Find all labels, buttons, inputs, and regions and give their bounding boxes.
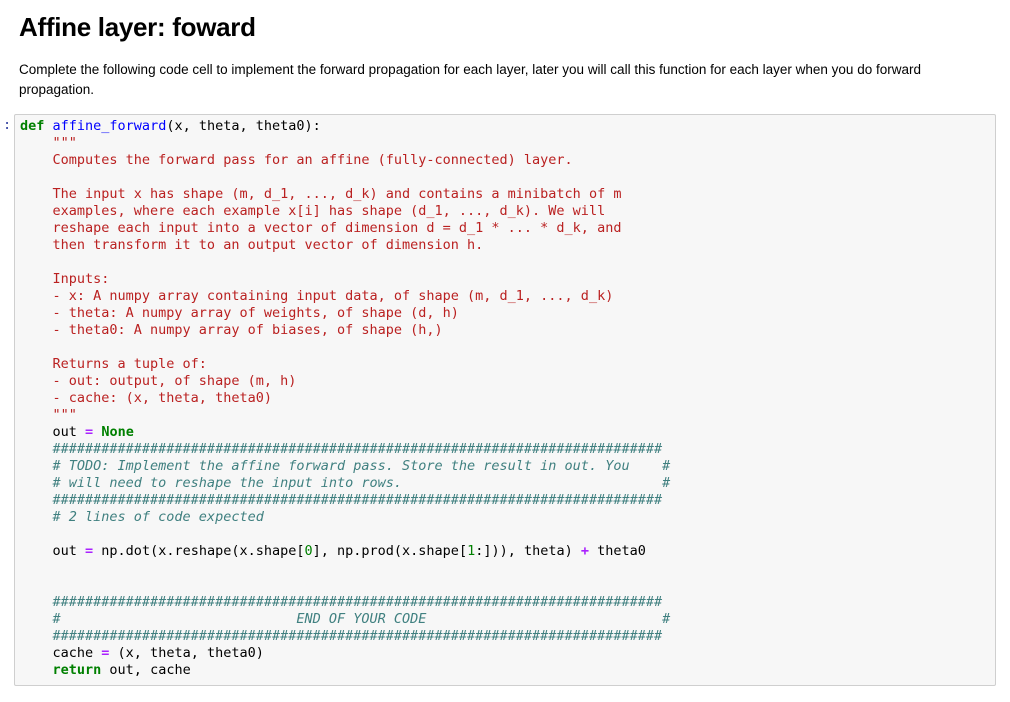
docstring-line: then transform it to an output vector of… [20,237,484,253]
markdown-cell: Affine layer: foward Complete the follow… [19,10,994,100]
section-description: Complete the following code cell to impl… [19,62,921,97]
comment-line: ########################################… [20,628,663,644]
comment-line: # TODO: Implement the affine forward pas… [20,458,671,474]
assign-operator: = [85,424,94,440]
cache-value: (x, theta, theta0) [109,645,264,661]
impl-code: theta0 [589,543,646,559]
comment-line: # 2 lines of code expected [20,509,264,525]
impl-code: :])), theta) [475,543,581,559]
docstring-line: - cache: (x, theta, theta0) [20,390,272,406]
docstring-line: examples, where each example x[i] has sh… [20,203,606,219]
number-literal: 0 [304,543,313,559]
docstring-line: - out: output, of shape (m, h) [20,373,297,389]
docstring-line: - x: A numpy array containing input data… [20,288,614,304]
impl-code: out [20,543,86,559]
impl-code: np.dot(x.reshape(x.shape[ [93,543,305,559]
return-keyword: return [52,662,102,678]
number-literal: 1 [467,543,476,559]
comment-line: ########################################… [20,441,663,457]
docstring-close: """ [20,407,77,423]
docstring-line: Returns a tuple of: [20,356,207,372]
code-cell[interactable]: def affine_forward(x, theta, theta0): ""… [14,114,996,686]
comment-line: # END OF YOUR CODE # [20,611,671,627]
comment-line: ########################################… [20,594,663,610]
function-name: affine_forward [52,118,167,134]
docstring-line: - theta0: A numpy array of biases, of sh… [20,322,443,338]
code-editor[interactable]: def affine_forward(x, theta, theta0): ""… [20,118,670,679]
function-params: (x, theta, theta0): [166,118,321,134]
return-values: out, cache [101,662,191,678]
assign-operator: = [85,543,94,559]
section-title: Affine layer: foward [19,12,256,42]
cache-var: cache [20,645,102,661]
none-keyword: None [101,424,134,440]
comment-line: # will need to reshape the input into ro… [20,475,671,491]
plus-operator: + [580,543,590,559]
docstring-line: reshape each input into a vector of dime… [20,220,622,236]
docstring-open: """ [20,135,77,151]
def-keyword: def [20,118,45,134]
cell-prompt: : [3,117,12,133]
docstring-line: Computes the forward pass for an affine … [20,152,573,168]
docstring-line: Inputs: [20,271,110,287]
impl-code: ], np.prod(x.shape[ [312,543,468,559]
out-var: out [20,424,86,440]
docstring-line: The input x has shape (m, d_1, ..., d_k)… [20,186,622,202]
docstring-line: - theta: A numpy array of weights, of sh… [20,305,459,321]
comment-line: ########################################… [20,492,663,508]
